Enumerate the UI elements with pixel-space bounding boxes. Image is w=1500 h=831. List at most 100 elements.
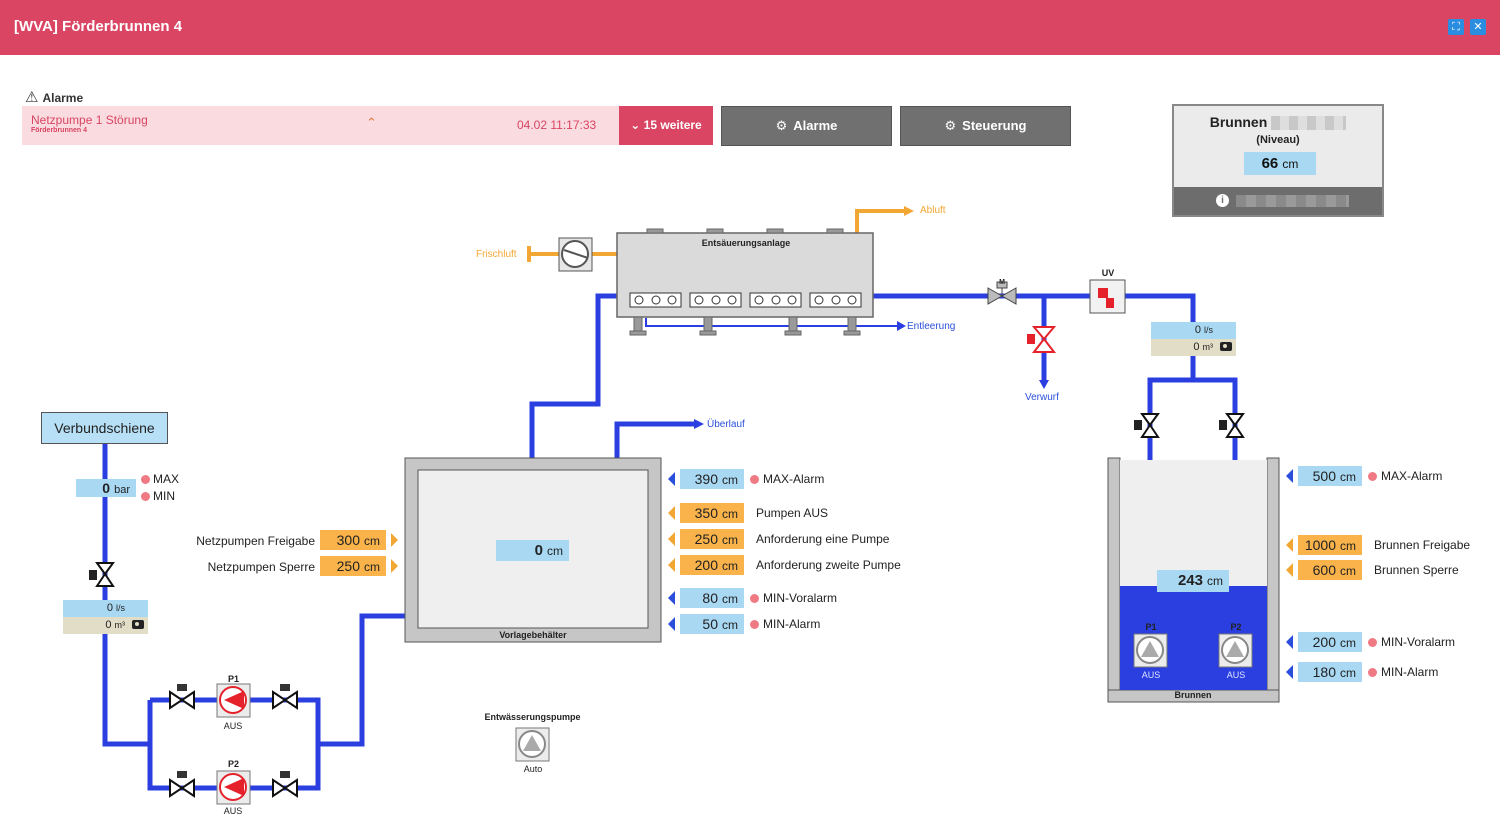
flow-rate-left-number: 0 — [106, 602, 113, 614]
valve-icon[interactable] — [273, 684, 297, 708]
alarm-dot — [750, 620, 759, 629]
fan-icon[interactable] — [559, 238, 592, 271]
threshold-number: 200 — [694, 557, 718, 573]
threshold-label: MIN-Alarm — [763, 617, 821, 631]
threshold-value[interactable]: 180 cm — [1298, 662, 1362, 682]
net-pump2-icon[interactable] — [217, 771, 250, 804]
threshold-unit: cm — [722, 533, 738, 547]
flow-rate-left: 0 l/s — [63, 600, 148, 617]
brunnen-level-value[interactable]: 243 cm — [1157, 570, 1229, 592]
threshold-number: 350 — [694, 505, 718, 521]
flow-volume-left-number: 0 — [105, 619, 112, 631]
alarm-dot — [750, 594, 759, 603]
threshold-label: Brunnen Freigabe — [1374, 538, 1471, 552]
valve-icon[interactable] — [273, 771, 297, 795]
branch-valve-icon[interactable] — [89, 563, 113, 586]
entsaeuerung-label: Entsäuerungsanlage — [701, 238, 791, 248]
uv-icon[interactable] — [1090, 280, 1125, 313]
threshold-value[interactable]: 390 cm — [680, 469, 744, 489]
well-valve-left-icon[interactable] — [1134, 414, 1158, 437]
well-pump1-icon[interactable] — [1134, 634, 1167, 667]
valve-icon[interactable] — [170, 771, 194, 795]
motor-valve-icon[interactable] — [988, 282, 1016, 304]
flow-rate-right: 0 l/s — [1151, 322, 1236, 339]
flow-rate-right-unit: l/s — [1204, 325, 1213, 335]
threshold-number: 390 — [694, 471, 718, 487]
arrow-left-icon — [668, 472, 675, 486]
netzpumpen-freigabe-value[interactable]: 300 cm — [320, 530, 386, 550]
threshold-number: 180 — [1312, 664, 1336, 680]
verbundschiene-button[interactable]: Verbundschiene — [41, 412, 168, 444]
arrow-left-icon — [1286, 665, 1293, 679]
netzpumpen-sperre-number: 250 — [336, 558, 360, 574]
net-pump1-icon[interactable] — [217, 684, 250, 717]
brunnen-level-unit: cm — [1207, 574, 1223, 588]
ueberlauf-label: Überlauf — [707, 419, 745, 430]
threshold-unit: cm — [722, 473, 738, 487]
threshold-value[interactable]: 500 cm — [1298, 466, 1362, 486]
well-pump1-state: AUS — [1141, 670, 1161, 680]
netzpumpen-freigabe-number: 300 — [336, 532, 360, 548]
threshold-unit: cm — [722, 559, 738, 573]
threshold-value[interactable]: 80 cm — [680, 588, 744, 608]
alarm-dot — [750, 475, 759, 484]
flow-volume-right-unit: m³ — [1202, 342, 1214, 352]
flow-volume-right-number: 0 — [1193, 341, 1200, 353]
drain-pump-name: Entwässerungspumpe — [484, 712, 581, 722]
threshold-number: 600 — [1312, 562, 1336, 578]
threshold-label: MAX-Alarm — [763, 472, 825, 486]
threshold-value[interactable]: 50 cm — [680, 614, 744, 634]
arrow-left-icon — [668, 532, 675, 546]
threshold-label: MIN-Voralarm — [763, 591, 838, 605]
verwurf-valve-icon[interactable] — [1027, 327, 1054, 352]
threshold-unit: cm — [1340, 636, 1356, 650]
threshold-unit: cm — [722, 507, 738, 521]
netzpumpen-freigabe-label: Netzpumpen Freigabe — [196, 534, 315, 548]
frischluft-label: Frischluft — [476, 249, 517, 260]
threshold-value[interactable]: 200 cm — [680, 555, 744, 575]
well-pump2-icon[interactable] — [1219, 634, 1252, 667]
valve-icon[interactable] — [170, 684, 194, 708]
alarm-dot — [1368, 472, 1377, 481]
threshold-number: 500 — [1312, 468, 1336, 484]
arrow-left-icon — [668, 558, 675, 572]
alarm-dot — [1368, 668, 1377, 677]
pressure-value[interactable]: 0 bar — [76, 479, 136, 497]
threshold-value[interactable]: 200 cm — [1298, 632, 1362, 652]
entleerung-label: Entleerung — [907, 321, 956, 332]
uv-label: UV — [1101, 268, 1115, 278]
threshold-label: MIN-Voralarm — [1381, 635, 1456, 649]
net-pump1-name: P1 — [227, 674, 239, 684]
threshold-unit: cm — [1340, 564, 1356, 578]
camera-icon[interactable] — [132, 620, 144, 629]
threshold-unit: cm — [1340, 666, 1356, 680]
arrow-left-icon — [668, 506, 675, 520]
threshold-unit: cm — [1340, 470, 1356, 484]
drain-pump-icon[interactable] — [516, 728, 549, 761]
max-alarm-dot — [141, 475, 150, 484]
threshold-number: 50 — [702, 616, 718, 632]
camera-icon[interactable] — [1220, 342, 1232, 351]
arrow-left-icon — [1286, 538, 1293, 552]
verwurf-label: Verwurf — [1025, 392, 1059, 403]
pressure-unit: bar — [114, 484, 130, 496]
pressure-number: 0 — [102, 480, 111, 496]
threshold-label: Pumpen AUS — [756, 506, 829, 520]
netzpumpen-sperre-value[interactable]: 250 cm — [320, 556, 386, 576]
threshold-label: Anforderung eine Pumpe — [756, 532, 890, 546]
threshold-value[interactable]: 600 cm — [1298, 560, 1362, 580]
threshold-number: 1000 — [1304, 537, 1336, 553]
flow-rate-right-number: 0 — [1194, 324, 1201, 336]
arrow-left-icon — [1286, 635, 1293, 649]
threshold-number: 200 — [1312, 634, 1336, 650]
well-valve-right-icon[interactable] — [1219, 414, 1243, 437]
threshold-value[interactable]: 350 cm — [680, 503, 744, 523]
netzpumpen-freigabe-unit: cm — [364, 534, 380, 548]
vorlage-level-value[interactable]: 0 cm — [496, 540, 569, 561]
net-pump1-state: AUS — [223, 721, 243, 731]
arrow-left-icon — [1286, 563, 1293, 577]
threshold-value[interactable]: 1000 cm — [1298, 535, 1362, 555]
threshold-unit: cm — [1340, 539, 1356, 553]
flow-rate-left-unit: l/s — [116, 603, 125, 613]
threshold-value[interactable]: 250 cm — [680, 529, 744, 549]
